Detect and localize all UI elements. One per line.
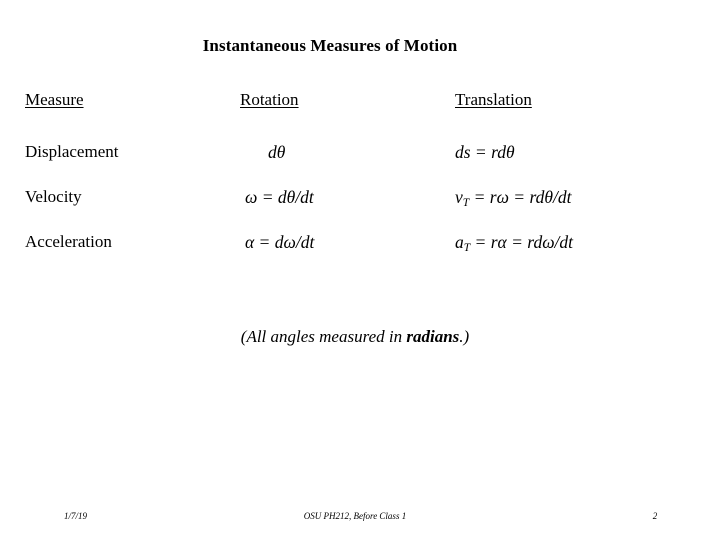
motion-measures-table: Measure Rotation Translation Displacemen… [0, 88, 720, 275]
note-prefix: (All angles measured in [240, 327, 407, 346]
column-header-translation: Translation [455, 90, 532, 109]
column-header-rotation: Rotation [240, 90, 299, 109]
rotation-formula-acceleration: α = dω/dt [245, 232, 315, 252]
footer-page-number: 2 [652, 511, 658, 521]
velocity-expression: = rω = rdθ/dt [469, 187, 572, 207]
table-row: Velocity ω = dθ/dt vT = rω = rdθ/dt [0, 185, 720, 230]
radians-note: (All angles measured in radians.) [0, 327, 710, 347]
translation-formula-acceleration: aT = rα = rdω/dt [455, 230, 710, 260]
page-title: Instantaneous Measures of Motion [202, 36, 458, 55]
row-label-displacement: Displacement [25, 142, 119, 161]
slide-footer: 1/7/19 OSU PH212, Before Class 1 2 [0, 511, 720, 531]
acceleration-expression: = rα = rdω/dt [470, 232, 574, 252]
note-emphasis: radians [406, 327, 460, 346]
acceleration-symbol: a [455, 232, 464, 252]
row-label-velocity: Velocity [25, 187, 82, 206]
translation-formula-velocity: vT = rω = rdθ/dt [455, 185, 710, 215]
table-header-row: Measure Rotation Translation [0, 88, 720, 140]
row-label-acceleration: Acceleration [25, 232, 112, 251]
translation-formula-displacement: ds = rdθ [455, 142, 515, 162]
table-row: Acceleration α = dω/dt aT = rα = rdω/dt [0, 230, 720, 275]
table-row: Displacement dθ ds = rdθ [0, 140, 720, 185]
rotation-formula-displacement: dθ [268, 142, 286, 162]
velocity-symbol: v [455, 187, 463, 207]
footer-course-label: OSU PH212, Before Class 1 [303, 511, 407, 521]
rotation-formula-velocity: ω = dθ/dt [245, 187, 314, 207]
column-header-measure: Measure [25, 90, 84, 109]
note-suffix: .) [459, 327, 470, 346]
slide-canvas: Instantaneous Measures of Motion Measure… [0, 0, 720, 540]
